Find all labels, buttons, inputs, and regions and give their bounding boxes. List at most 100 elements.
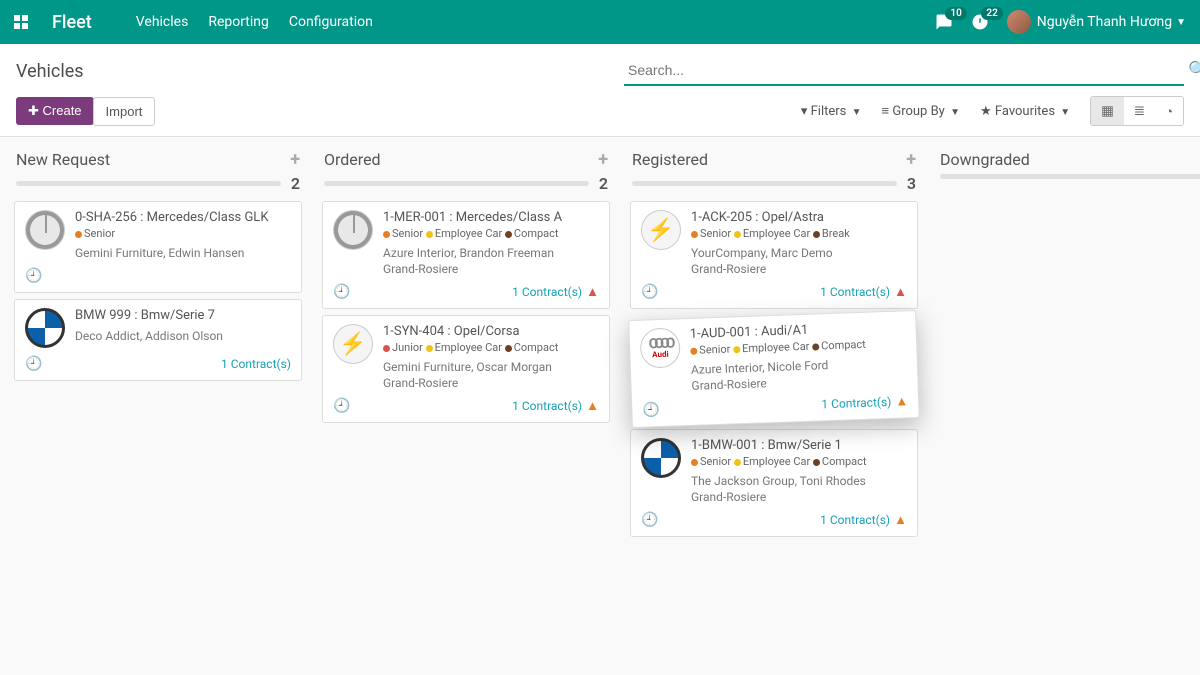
card-location: Grand-Rosiere (383, 262, 599, 276)
card-location: Grand-Rosiere (383, 376, 599, 390)
nav-reporting[interactable]: Reporting (208, 14, 269, 30)
apps-icon[interactable] (14, 15, 28, 29)
view-switcher: ▦ ≣ ◔ (1090, 96, 1184, 126)
activity-icon[interactable]: 🕘 (333, 284, 350, 300)
card-tags: Senior Employee Car Compact (691, 455, 907, 468)
column-count: 2 (599, 174, 608, 193)
nav-menu: Vehicles Reporting Configuration (136, 14, 373, 30)
contract-link[interactable]: 1 Contract(s) (820, 285, 890, 299)
brand-logo (333, 210, 373, 250)
search-input[interactable] (624, 56, 1184, 86)
app-title[interactable]: Fleet (52, 12, 92, 33)
warning-icon: ▲ (895, 393, 908, 409)
contract-link[interactable]: 1 Contract(s) (512, 399, 582, 413)
column-progress-bar (16, 181, 281, 186)
column-title: Downgraded (940, 150, 1030, 169)
activity-icon[interactable]: 🕘 (642, 402, 660, 419)
column-progress-bar (632, 181, 897, 186)
card-title: 1-MER-001 : Mercedes/Class A (383, 210, 599, 225)
brand-logo: OOOOAudi (640, 327, 681, 368)
kanban-column: New Request +2 0-SHA-256 : Mercedes/Class … (8, 149, 308, 543)
column-add-button[interactable]: + (598, 149, 608, 170)
vehicle-card[interactable]: BMW 999 : Bmw/Serie 7 Deco Addict, Addiso… (14, 299, 302, 381)
card-tags: Senior Employee Car Compact (383, 227, 599, 240)
activity-icon[interactable]: 🕘 (641, 512, 658, 528)
list-view-button[interactable]: ≣ (1124, 97, 1155, 125)
card-company-driver: Deco Addict, Addison Olson (75, 329, 291, 343)
card-tags: Junior Employee Car Compact (383, 341, 599, 354)
user-name: Nguyễn Thanh Hương (1037, 14, 1172, 30)
vehicle-card[interactable]: 1-SYN-404 : Opel/Corsa Junior Employee Ca… (322, 315, 610, 423)
messages-icon[interactable]: 10 (935, 13, 953, 31)
activity-icon[interactable]: 🕘 (25, 268, 42, 284)
contract-link[interactable]: 1 Contract(s) (821, 395, 891, 411)
column-add-button[interactable]: + (290, 149, 300, 170)
vehicle-card[interactable]: 1-MER-001 : Mercedes/Class A Senior Emplo… (322, 201, 610, 309)
page-title: Vehicles (16, 61, 84, 82)
topbar: Fleet Vehicles Reporting Configuration 1… (0, 0, 1200, 44)
card-title: 0-SHA-256 : Mercedes/Class GLK (75, 210, 291, 225)
card-location: Grand-Rosiere (691, 262, 907, 276)
card-company-driver: The Jackson Group, Toni Rhodes (691, 474, 907, 488)
kanban-column: Downgraded+ (932, 149, 1200, 543)
card-tags: Senior Employee Car Break (691, 227, 907, 240)
column-add-button[interactable]: + (906, 149, 916, 170)
create-button[interactable]: ✚ Create (16, 97, 94, 125)
brand-logo (641, 438, 681, 478)
card-company-driver: Gemini Furniture, Oscar Morgan (383, 360, 599, 374)
warning-icon: ▲ (894, 512, 907, 528)
kanban-board: New Request +2 0-SHA-256 : Mercedes/Class … (0, 137, 1200, 555)
activity-icon[interactable]: 🕘 (641, 284, 658, 300)
warning-icon: ▲ (586, 284, 599, 300)
activity-icon[interactable]: 🕘 (25, 356, 42, 372)
groupby-button[interactable]: ≡ Group By ▼ (882, 103, 960, 119)
activities-icon[interactable]: 22 (971, 13, 989, 31)
card-title: 1-ACK-205 : Opel/Astra (691, 210, 907, 225)
contract-link[interactable]: 1 Contract(s) (221, 357, 291, 371)
column-progress-bar (324, 181, 589, 186)
chevron-down-icon: ▼ (1176, 17, 1186, 28)
nav-configuration[interactable]: Configuration (289, 14, 373, 30)
vehicle-card[interactable]: 1-ACK-205 : Opel/Astra Senior Employee Ca… (630, 201, 918, 309)
card-tags: Senior (75, 227, 291, 240)
messages-count: 10 (945, 7, 966, 20)
brand-logo (25, 308, 65, 348)
column-title: New Request (16, 150, 110, 169)
column-progress-bar (940, 174, 1200, 179)
vehicle-card[interactable]: 0-SHA-256 : Mercedes/Class GLK Senior Gem… (14, 201, 302, 293)
column-title: Ordered (324, 150, 381, 169)
card-title: BMW 999 : Bmw/Serie 7 (75, 308, 291, 323)
activity-view-button[interactable]: ◔ (1155, 97, 1183, 125)
brand-logo (25, 210, 65, 250)
contract-link[interactable]: 1 Contract(s) (820, 513, 890, 527)
control-panel: Vehicles 🔍 ✚ Create Import ▾ Filters ▼ ≡… (0, 44, 1200, 137)
column-count: 2 (291, 174, 300, 193)
warning-icon: ▲ (586, 398, 599, 414)
import-button[interactable]: Import (93, 97, 156, 126)
kanban-column: Registered +3 1-ACK-205 : Opel/Astra Senior… (624, 149, 924, 543)
activities-count: 22 (981, 7, 1002, 20)
card-company-driver: Azure Interior, Brandon Freeman (383, 246, 599, 260)
warning-icon: ▲ (894, 284, 907, 300)
card-title: 1-SYN-404 : Opel/Corsa (383, 324, 599, 339)
column-title: Registered (632, 150, 708, 169)
kanban-view-button[interactable]: ▦ (1091, 97, 1124, 125)
filters-button[interactable]: ▾ Filters ▼ (801, 104, 862, 119)
vehicle-card[interactable]: 1-BMW-001 : Bmw/Serie 1 Senior Employee C… (630, 429, 918, 537)
brand-logo (333, 324, 373, 364)
search-icon[interactable]: 🔍 (1188, 60, 1200, 79)
favourites-button[interactable]: ★ Favourites ▼ (980, 104, 1070, 119)
vehicle-card[interactable]: OOOOAudi1-AUD-001 : Audi/A1Senior Employ… (628, 310, 920, 428)
brand-logo (641, 210, 681, 250)
activity-icon[interactable]: 🕘 (333, 398, 350, 414)
user-menu[interactable]: Nguyễn Thanh Hương ▼ (1007, 10, 1186, 34)
kanban-column: Ordered +2 1-MER-001 : Mercedes/Class A Sen… (316, 149, 616, 543)
column-count: 3 (907, 174, 916, 193)
contract-link[interactable]: 1 Contract(s) (512, 285, 582, 299)
card-company-driver: Gemini Furniture, Edwin Hansen (75, 246, 291, 260)
card-company-driver: YourCompany, Marc Demo (691, 246, 907, 260)
card-title: 1-BMW-001 : Bmw/Serie 1 (691, 438, 907, 453)
avatar (1007, 10, 1031, 34)
nav-vehicles[interactable]: Vehicles (136, 14, 189, 30)
card-location: Grand-Rosiere (691, 490, 907, 504)
